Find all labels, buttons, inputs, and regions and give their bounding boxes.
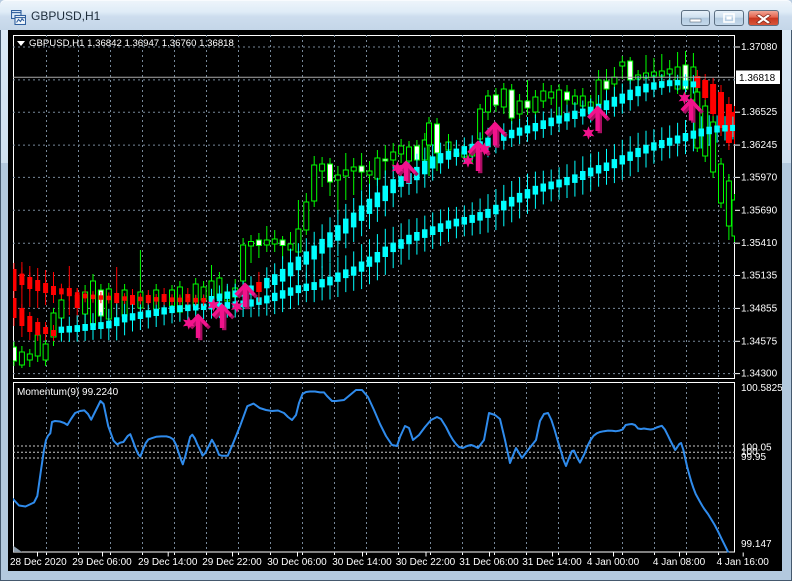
svg-text:1.37080: 1.37080 [741, 42, 778, 53]
svg-text:100.5825: 100.5825 [741, 383, 782, 394]
svg-text:99.95: 99.95 [741, 452, 766, 463]
svg-text:28 Dec 2020: 28 Dec 2020 [10, 557, 67, 568]
svg-text:30 Dec 22:00: 30 Dec 22:00 [396, 557, 456, 568]
svg-text:1.35410: 1.35410 [741, 238, 778, 249]
svg-text:4 Jan 08:00: 4 Jan 08:00 [653, 557, 706, 568]
svg-text:1.35970: 1.35970 [741, 172, 778, 183]
svg-text:4 Jan 00:00: 4 Jan 00:00 [587, 557, 640, 568]
svg-text:30 Dec 06:00: 30 Dec 06:00 [267, 557, 327, 568]
svg-text:30 Dec 14:00: 30 Dec 14:00 [332, 557, 392, 568]
svg-text:4 Jan 16:00: 4 Jan 16:00 [717, 557, 770, 568]
svg-text:1.36245: 1.36245 [741, 140, 778, 151]
svg-text:29 Dec 06:00: 29 Dec 06:00 [72, 557, 132, 568]
svg-text:31 Dec 06:00: 31 Dec 06:00 [459, 557, 519, 568]
svg-text:1.35690: 1.35690 [741, 205, 778, 216]
svg-text:29 Dec 22:00: 29 Dec 22:00 [202, 557, 262, 568]
svg-text:1.34300: 1.34300 [741, 369, 778, 380]
svg-text:1.36818: 1.36818 [739, 73, 776, 84]
svg-text:1.34575: 1.34575 [741, 336, 778, 347]
svg-text:1.35135: 1.35135 [741, 271, 778, 282]
svg-text:31 Dec 14:00: 31 Dec 14:00 [522, 557, 582, 568]
svg-text:29 Dec 14:00: 29 Dec 14:00 [138, 557, 198, 568]
svg-text:GBPUSD,H1 1.36842 1.36947 1.3: GBPUSD,H1 1.36842 1.36947 1.36760 1.3681… [29, 38, 234, 49]
svg-text:1.34855: 1.34855 [741, 303, 778, 314]
svg-text:1.36525: 1.36525 [741, 107, 778, 118]
svg-text:Momentum(9) 99.2240: Momentum(9) 99.2240 [17, 387, 119, 398]
svg-text:99.147: 99.147 [741, 539, 772, 550]
